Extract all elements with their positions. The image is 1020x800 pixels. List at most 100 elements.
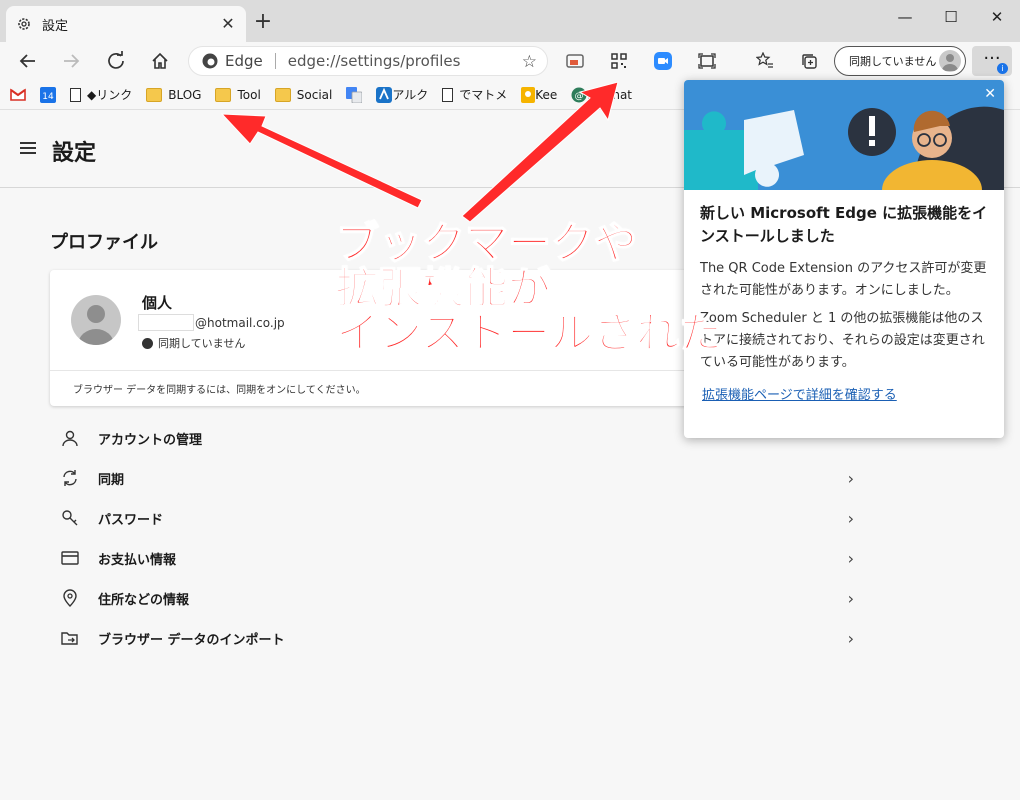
- row-label: ブラウザー データのインポート: [98, 632, 285, 648]
- screenshot-extension-button[interactable]: [694, 48, 720, 74]
- zoom-camera-icon: [654, 52, 672, 70]
- translate-icon: [346, 86, 363, 103]
- page-icon: [442, 87, 454, 102]
- refresh-button[interactable]: [103, 48, 129, 74]
- bookmark-label: HgChat: [587, 87, 632, 102]
- address-url[interactable]: edge://settings/profiles: [288, 52, 461, 70]
- favorites-button[interactable]: [752, 48, 778, 74]
- chevron-right-icon: ›: [847, 629, 854, 648]
- extension-collections-button[interactable]: [562, 48, 588, 74]
- row-payment-info[interactable]: お支払い情報 ›: [50, 538, 862, 578]
- chat-icon: @: [571, 87, 587, 102]
- forward-arrow-icon: [64, 54, 80, 68]
- bookmark-calendar[interactable]: 14: [40, 86, 56, 103]
- profile-avatar: [71, 295, 121, 345]
- chevron-right-icon: ›: [847, 469, 854, 488]
- bookmark-keep[interactable]: Kee: [521, 86, 558, 103]
- settings-more-button[interactable]: ··· i: [972, 46, 1012, 76]
- annotation-line: インストールされた: [335, 309, 723, 359]
- minimize-button[interactable]: —: [890, 6, 920, 28]
- bookmark-label: BLOG: [168, 87, 202, 102]
- new-tab-button[interactable]: +: [252, 11, 274, 34]
- email-redaction: [138, 314, 194, 331]
- bookmark-hgchat[interactable]: @ HgChat: [571, 87, 632, 103]
- favorites-list-icon: [756, 52, 773, 68]
- folder-icon: [215, 87, 232, 102]
- zoom-extension-button[interactable]: [650, 48, 676, 74]
- svg-text:14: 14: [42, 92, 54, 102]
- bookmark-translate[interactable]: [346, 86, 363, 103]
- sync-status-text: 同期していません: [158, 337, 246, 350]
- tab-strip: 設定 ✕ + — ☐ ✕: [0, 0, 1020, 42]
- row-passwords[interactable]: パスワード ›: [50, 498, 862, 538]
- bookmark-links[interactable]: ◆リンク: [70, 86, 132, 103]
- popup-title: 新しい Microsoft Edge に拡張機能をインストールしました: [700, 204, 988, 245]
- gmail-icon: [10, 88, 26, 101]
- refresh-icon: [108, 51, 124, 69]
- bookmark-matome[interactable]: でマトメ: [442, 86, 507, 103]
- import-icon: [61, 632, 78, 645]
- annotation-caption: ブックマークや 拡張機能が インストールされた: [335, 219, 723, 359]
- keep-icon: [521, 86, 536, 103]
- favorite-star-icon[interactable]: ☆: [522, 52, 537, 72]
- extension-installed-popup: ✕ 新しい Microsoft Edge に拡張機能をインストールしました Th…: [684, 80, 1004, 438]
- bookmark-gmail[interactable]: [10, 88, 26, 101]
- window-close-button[interactable]: ✕: [982, 6, 1012, 28]
- popup-close-button[interactable]: ✕: [984, 86, 996, 102]
- location-icon: [63, 589, 77, 607]
- bookmark-label: Tool: [237, 87, 261, 102]
- card-icon: [61, 551, 79, 565]
- row-label: 住所などの情報: [98, 592, 190, 608]
- profile-sync-label: 同期していません: [849, 55, 937, 68]
- bookmark-label: でマトメ: [459, 88, 508, 102]
- toolbar: Edge edge://settings/profiles ☆ 同期していません…: [0, 42, 1020, 80]
- page-icon: [70, 87, 81, 102]
- forward-button[interactable]: [58, 48, 84, 74]
- edge-logo-icon: [202, 53, 218, 69]
- annotation-line: ブックマークや: [335, 219, 638, 269]
- sync-off-icon: [142, 337, 153, 349]
- back-button[interactable]: [15, 48, 41, 74]
- row-addresses[interactable]: 住所などの情報 ›: [50, 578, 862, 618]
- bookmark-alc[interactable]: アルク: [376, 86, 428, 103]
- collections-button[interactable]: [796, 48, 822, 74]
- bookmark-folder-tool[interactable]: Tool: [215, 87, 261, 102]
- svg-text:@: @: [575, 91, 584, 101]
- row-label: パスワード: [98, 512, 164, 528]
- home-icon: [152, 52, 168, 69]
- tab-settings[interactable]: 設定 ✕: [6, 6, 246, 42]
- home-button[interactable]: [147, 48, 173, 74]
- profile-sync-status: 同期していません: [142, 335, 245, 351]
- row-sync[interactable]: 同期 ›: [50, 458, 862, 498]
- profile-email: @hotmail.co.jp: [195, 316, 285, 330]
- tab-title: 設定: [42, 18, 69, 34]
- hamburger-menu-icon[interactable]: [20, 142, 36, 154]
- capture-frame-icon: [698, 53, 716, 69]
- alc-icon: [376, 86, 393, 103]
- info-badge-icon: i: [997, 63, 1008, 74]
- bookmark-label: Kee: [535, 87, 558, 102]
- avatar: [939, 50, 961, 72]
- bookmark-folder-social[interactable]: Social: [274, 87, 332, 102]
- qr-code-extension-button[interactable]: [606, 48, 632, 74]
- row-label: アカウントの管理: [98, 432, 203, 448]
- address-bar[interactable]: Edge edge://settings/profiles ☆: [188, 46, 548, 76]
- section-title-profile: プロファイル: [50, 232, 158, 253]
- gear-icon: [18, 18, 30, 30]
- sync-icon: [63, 470, 77, 486]
- annotation-line: 拡張機能が: [335, 264, 552, 314]
- key-icon: [62, 510, 78, 526]
- profile-sync-button[interactable]: 同期していません: [834, 46, 966, 76]
- popup-body-zoom: Zoom Scheduler と 1 の他の拡張機能は他のストアに接続されており…: [700, 311, 985, 370]
- popup-illustration: [684, 80, 1004, 190]
- maximize-button[interactable]: ☐: [936, 6, 966, 28]
- collections-icon: [802, 54, 817, 69]
- tab-close-button[interactable]: ✕: [218, 14, 238, 34]
- row-label: 同期: [98, 472, 125, 488]
- back-arrow-icon: [19, 54, 35, 68]
- calendar-icon: 14: [40, 86, 56, 103]
- extensions-page-link[interactable]: 拡張機能ページで詳細を確認する: [702, 384, 897, 403]
- address-separator: [274, 53, 276, 69]
- row-import-data[interactable]: ブラウザー データのインポート ›: [50, 618, 862, 658]
- bookmark-folder-blog[interactable]: BLOG: [146, 87, 202, 102]
